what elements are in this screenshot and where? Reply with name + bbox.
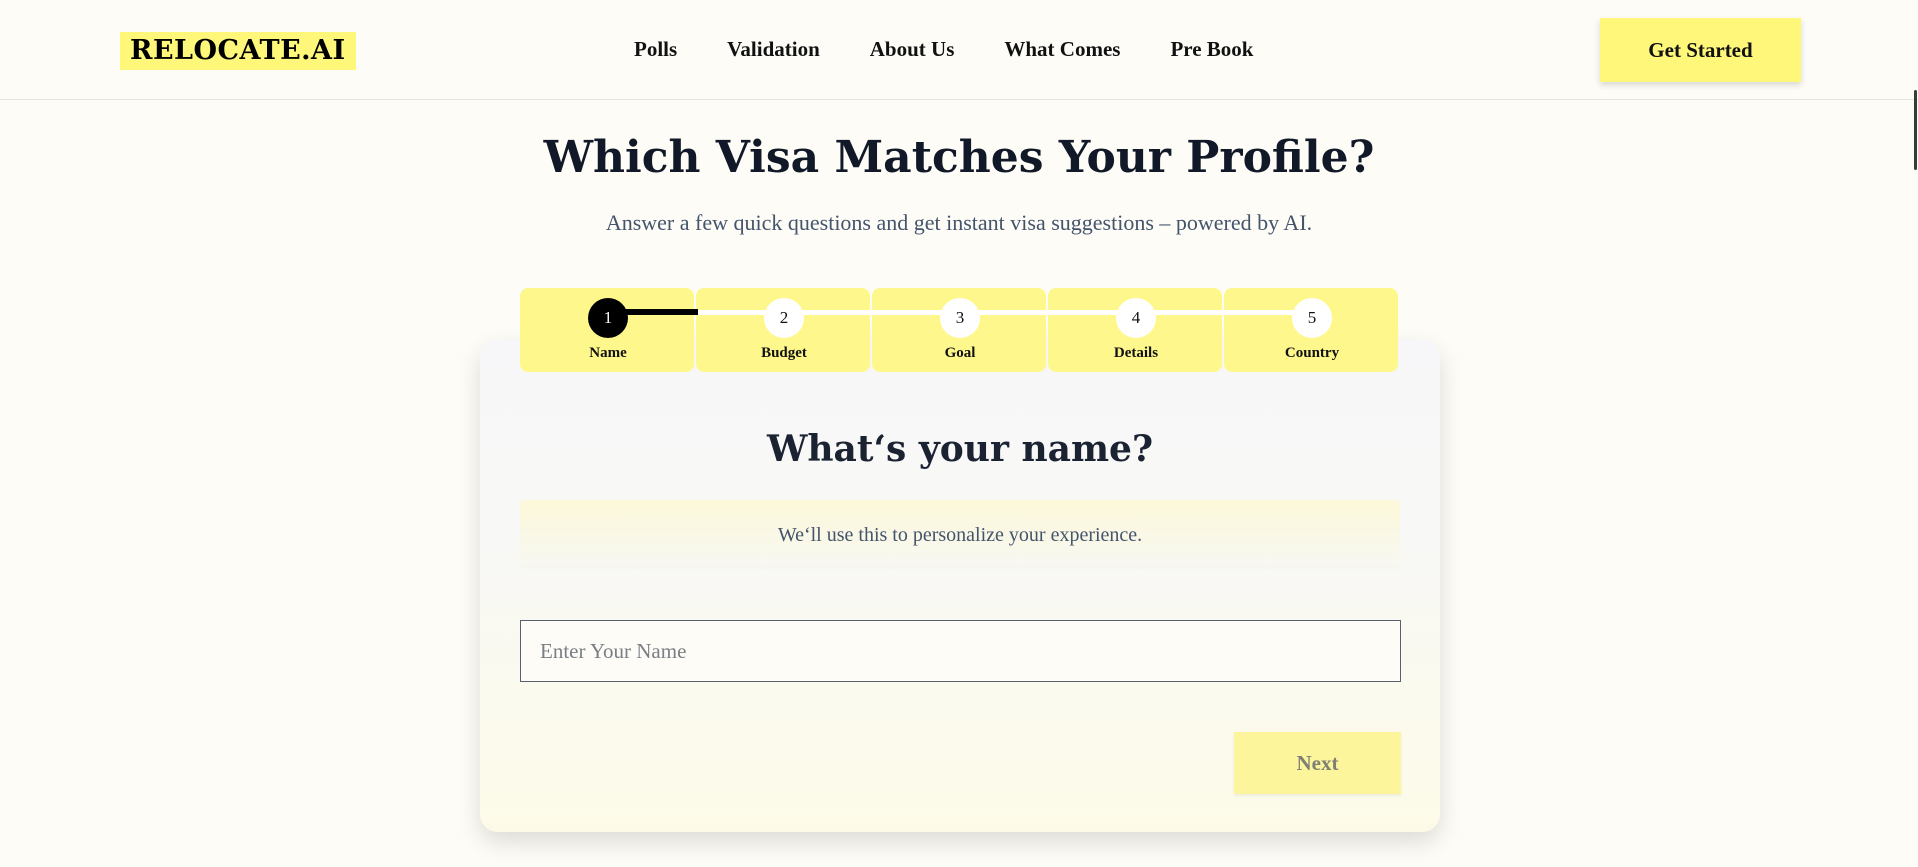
step-circle-2: 2 — [764, 298, 804, 338]
step-label-country: Country — [1284, 345, 1340, 361]
get-started-button[interactable]: Get Started — [1600, 18, 1801, 82]
step-label-details: Details — [1113, 345, 1159, 361]
page-title: Which Visa Matches Your Profile? — [543, 132, 1375, 183]
page-subtitle: Answer a few quick questions and get ins… — [605, 210, 1313, 235]
main-nav: Polls Validation About Us What Comes Pre… — [634, 34, 1253, 64]
logo[interactable]: RELOCATE.AI — [120, 32, 356, 70]
nav-polls[interactable]: Polls — [634, 34, 677, 64]
step-label-budget: Budget — [761, 345, 807, 361]
nav-pre-book[interactable]: Pre Book — [1170, 34, 1253, 64]
nav-what-comes[interactable]: What Comes — [1004, 34, 1120, 64]
next-button[interactable]: Next — [1234, 732, 1401, 794]
nav-about-us[interactable]: About Us — [870, 34, 955, 64]
step-circle-5: 5 — [1292, 298, 1332, 338]
name-input[interactable] — [520, 620, 1401, 682]
step-label-name: Name — [589, 345, 627, 361]
step-circle-1: 1 — [588, 298, 628, 338]
hint-text: We‘ll use this to personalize your exper… — [777, 524, 1143, 546]
site-header: RELOCATE.AI Polls Validation About Us Wh… — [0, 0, 1918, 100]
hint-box: We‘ll use this to personalize your exper… — [520, 500, 1400, 570]
step-circle-4: 4 — [1116, 298, 1156, 338]
nav-validation[interactable]: Validation — [727, 34, 820, 64]
question-heading: What‘s your name? — [766, 428, 1154, 470]
progress-stepper: 1 2 3 4 5 Name Budget Goal Details Count… — [520, 288, 1400, 372]
step-circle-3: 3 — [940, 298, 980, 338]
step-label-goal: Goal — [944, 345, 976, 361]
